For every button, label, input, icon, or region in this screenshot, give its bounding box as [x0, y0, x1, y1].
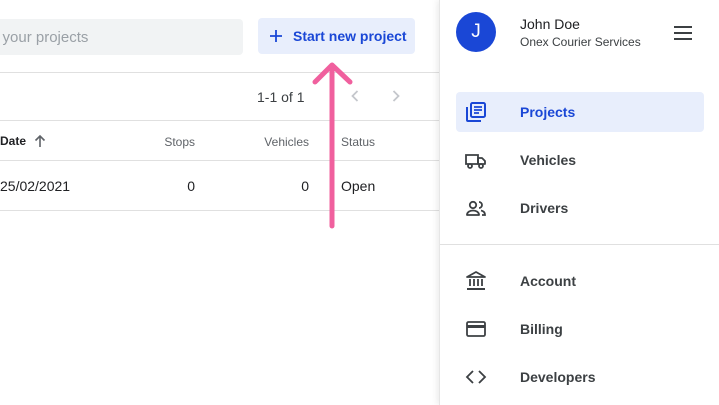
column-header-date-label: Date [0, 134, 27, 148]
hamburger-menu-icon[interactable] [672, 22, 694, 44]
navigation-drawer: J John Doe Onex Courier Services Project… [439, 0, 719, 405]
truck-icon [465, 154, 486, 169]
cell-stops: 0 [187, 178, 195, 194]
nav-item-projects[interactable]: Projects [456, 92, 704, 132]
projects-icon [466, 102, 486, 122]
start-new-project-button[interactable]: Start new project [258, 18, 415, 54]
chevron-right-icon[interactable] [389, 88, 403, 104]
start-new-project-label: Start new project [293, 28, 407, 44]
column-header-date[interactable]: Date [0, 134, 46, 148]
nav-item-billing[interactable]: Billing [456, 309, 704, 349]
user-organization: Onex Courier Services [520, 35, 641, 49]
table-header: Date Stops Vehicles Status [0, 120, 440, 161]
projects-main: Start new project 1-1 of 1 Date Stops Ve… [0, 0, 440, 405]
nav-item-vehicles-label: Vehicles [520, 152, 577, 168]
code-icon [465, 370, 487, 384]
cell-date: 25/02/2021 [0, 178, 71, 194]
cell-status: Open [341, 178, 376, 194]
nav-item-projects-label: Projects [520, 104, 576, 120]
nav-item-account[interactable]: Account [456, 261, 704, 301]
app-root: Start new project 1-1 of 1 Date Stops Ve… [0, 0, 719, 405]
nav-item-drivers-label: Drivers [520, 200, 569, 216]
pagination-bar: 1-1 of 1 [0, 72, 440, 120]
user-name: John Doe [520, 16, 580, 32]
column-header-status[interactable]: Status [341, 135, 375, 149]
drawer-divider [440, 244, 719, 245]
nav-item-drivers[interactable]: Drivers [456, 188, 704, 228]
nav-item-billing-label: Billing [520, 321, 563, 337]
pagination-range: 1-1 of 1 [257, 89, 305, 105]
chevron-left-icon[interactable] [348, 88, 362, 104]
column-header-stops[interactable]: Stops [164, 135, 195, 149]
search-box[interactable] [0, 19, 243, 55]
avatar-initial: J [471, 21, 481, 42]
plus-icon [270, 30, 282, 42]
nav-item-developers-label: Developers [520, 369, 596, 385]
column-header-vehicles[interactable]: Vehicles [264, 135, 309, 149]
cell-vehicles: 0 [301, 178, 309, 194]
people-icon [466, 200, 486, 216]
sort-ascending-icon[interactable] [34, 134, 46, 148]
nav-item-account-label: Account [520, 273, 576, 289]
nav-item-vehicles[interactable]: Vehicles [456, 140, 704, 180]
credit-card-icon [466, 321, 486, 337]
bank-icon [466, 271, 486, 290]
nav-item-developers[interactable]: Developers [456, 357, 704, 397]
avatar[interactable]: J [456, 12, 496, 52]
search-input[interactable] [0, 19, 243, 55]
table-row[interactable]: 25/02/2021 0 0 Open [0, 161, 440, 211]
